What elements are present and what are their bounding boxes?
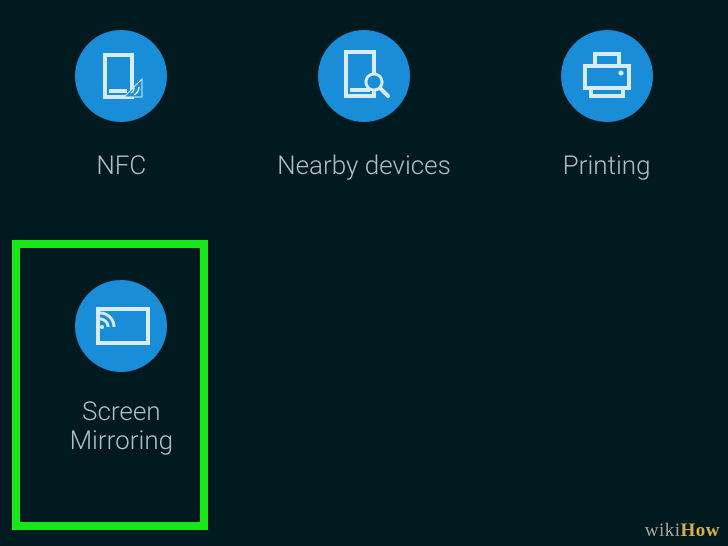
screen-mirroring-icon [75,280,167,372]
nfc-icon [75,30,167,122]
tile-label: NFC [96,152,146,181]
tile-screen-mirroring[interactable]: Screen Mirroring [0,252,243,455]
watermark-part1: wiki [645,520,681,541]
watermark: wikiHow [645,520,720,542]
tile-nearby-devices[interactable]: Nearby devices [243,30,486,231]
settings-row-1: NFC Nearby devices [0,0,728,231]
tile-nfc[interactable]: NFC [0,30,243,231]
nearby-devices-icon [318,30,410,122]
watermark-part2: How [681,520,721,541]
tile-printing[interactable]: Printing [485,30,728,231]
tile-label: Printing [563,152,651,181]
tile-label: Screen Mirroring [70,398,174,455]
tile-label: Nearby devices [277,152,451,181]
settings-row-2: Screen Mirroring [0,252,728,455]
printing-icon [561,30,653,122]
